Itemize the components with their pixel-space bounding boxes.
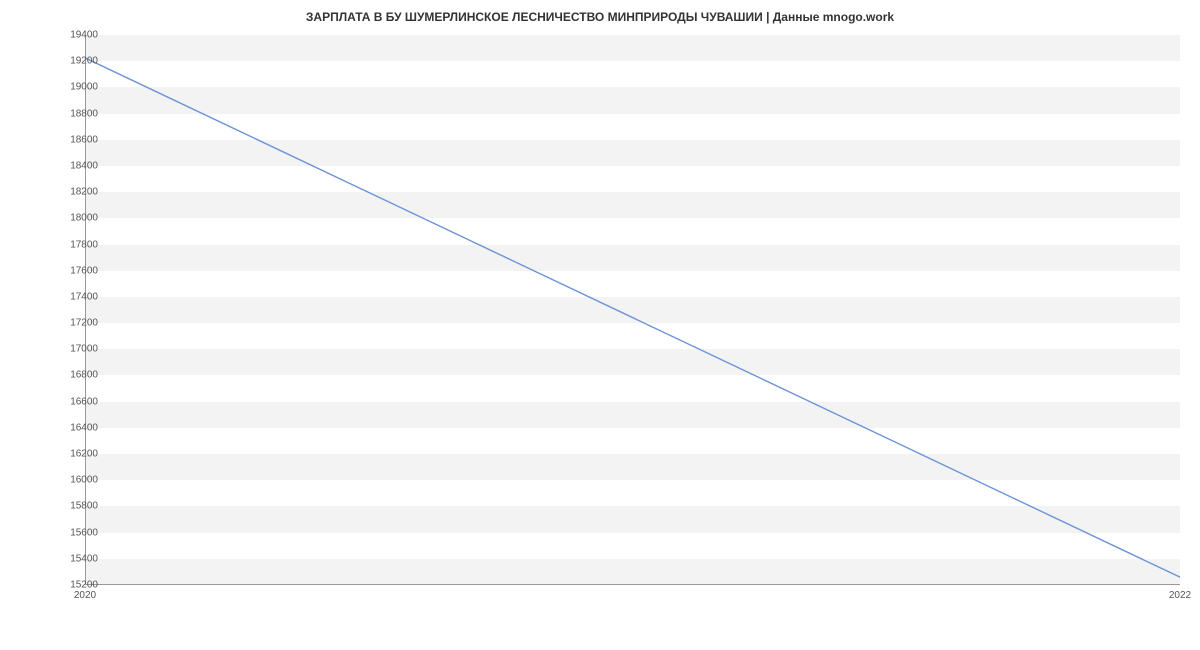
y-tick-label: 19000	[48, 82, 98, 93]
y-tick-label: 17000	[48, 344, 98, 355]
y-tick-label: 15400	[48, 553, 98, 564]
y-tick-label: 16400	[48, 422, 98, 433]
y-tick-label: 19400	[48, 30, 98, 41]
y-tick-label: 16800	[48, 370, 98, 381]
y-tick-label: 18000	[48, 213, 98, 224]
y-tick-label: 16200	[48, 449, 98, 460]
x-tick-label: 2020	[74, 590, 96, 601]
x-tick-label: 2022	[1169, 590, 1191, 601]
y-tick-label: 18200	[48, 187, 98, 198]
y-tick-label: 18600	[48, 134, 98, 145]
y-tick-label: 17800	[48, 239, 98, 250]
y-tick-label: 19200	[48, 56, 98, 67]
series-line-salary	[85, 58, 1180, 577]
y-tick-label: 17400	[48, 291, 98, 302]
y-tick-label: 16000	[48, 475, 98, 486]
y-tick-label: 18400	[48, 160, 98, 171]
y-tick-label: 15600	[48, 527, 98, 538]
y-tick-label: 18800	[48, 108, 98, 119]
chart-plot-area	[85, 35, 1180, 585]
y-tick-label: 17200	[48, 318, 98, 329]
line-layer	[85, 35, 1180, 585]
y-tick-label: 16600	[48, 396, 98, 407]
y-tick-label: 17600	[48, 265, 98, 276]
chart-title: ЗАРПЛАТА В БУ ШУМЕРЛИНСКОЕ ЛЕСНИЧЕСТВО М…	[0, 0, 1200, 24]
y-tick-label: 15800	[48, 501, 98, 512]
y-tick-label: 15200	[48, 580, 98, 591]
